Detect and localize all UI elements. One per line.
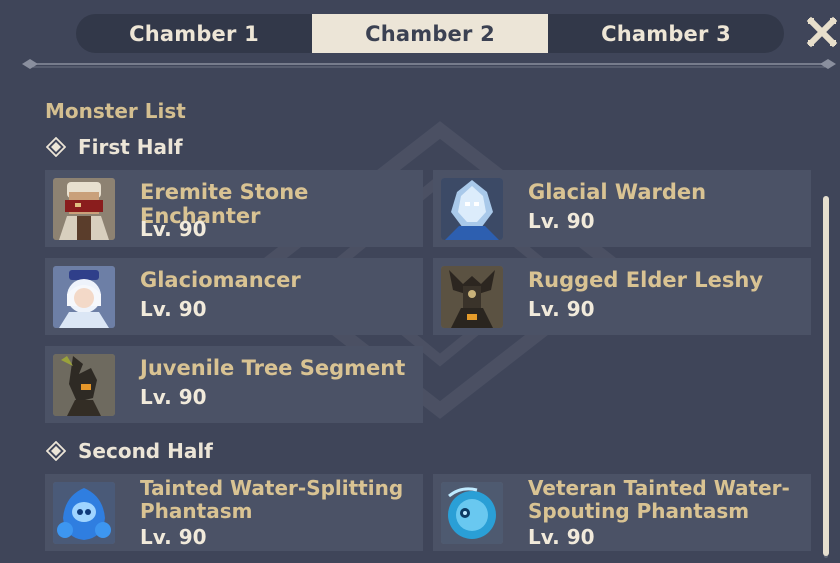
- monster-level: Lv. 90: [140, 525, 207, 549]
- juvenile-tree-segment-portrait: [53, 354, 115, 416]
- monster-level: Lv. 90: [140, 385, 207, 409]
- monster-name: Glaciomancer: [140, 268, 301, 292]
- ornament-divider: [22, 59, 836, 69]
- tab-chamber-2[interactable]: Chamber 2: [312, 14, 548, 53]
- tainted-water-splitting-phantasm-portrait: [53, 482, 115, 544]
- monster-level: Lv. 90: [528, 209, 595, 233]
- monster-list-title: Monster List: [45, 99, 186, 123]
- monster-level: Lv. 90: [528, 525, 595, 549]
- monster-level: Lv. 90: [140, 217, 207, 241]
- close-x-icon: [806, 16, 838, 48]
- tab-chamber-1[interactable]: Chamber 1: [76, 14, 312, 53]
- monster-name: Rugged Elder Leshy: [528, 268, 764, 292]
- rugged-elder-leshy-portrait: [441, 266, 503, 328]
- monster-card[interactable]: Glaciomancer Lv. 90: [45, 258, 423, 335]
- first-half-label: First Half: [78, 135, 183, 159]
- eremite-portrait: [53, 178, 115, 240]
- diamond-icon: [46, 441, 66, 461]
- monster-name: Glacial Warden: [528, 180, 707, 204]
- monster-level: Lv. 90: [140, 297, 207, 321]
- monster-card[interactable]: Tainted Water-Splitting Phantasm Lv. 90: [45, 474, 423, 551]
- chamber-tabs: Chamber 1 Chamber 2 Chamber 3: [76, 14, 784, 53]
- close-button[interactable]: [804, 14, 840, 50]
- glaciomancer-portrait: [53, 266, 115, 328]
- scrollbar-thumb[interactable]: [823, 196, 829, 556]
- monster-name: Tainted Water-Splitting Phantasm: [140, 476, 404, 523]
- monster-card[interactable]: Glacial Warden Lv. 90: [433, 170, 811, 247]
- second-half-heading: Second Half: [46, 439, 213, 463]
- second-half-label: Second Half: [78, 439, 213, 463]
- monster-card[interactable]: Veteran Tainted Water-Spouting Phantasm …: [433, 474, 811, 551]
- diamond-icon: [46, 137, 66, 157]
- first-half-heading: First Half: [46, 135, 183, 159]
- veteran-tainted-water-spouting-phantasm-portrait: [441, 482, 503, 544]
- monster-name: Veteran Tainted Water-Spouting Phantasm: [528, 476, 790, 523]
- monster-card[interactable]: Eremite Stone Enchanter Lv. 90: [45, 170, 423, 247]
- monster-card[interactable]: Juvenile Tree Segment Lv. 90: [45, 346, 423, 423]
- tab-chamber-3[interactable]: Chamber 3: [548, 14, 784, 53]
- monster-card[interactable]: Rugged Elder Leshy Lv. 90: [433, 258, 811, 335]
- monster-level: Lv. 90: [528, 297, 595, 321]
- monster-name: Juvenile Tree Segment: [140, 356, 406, 380]
- glacial-warden-portrait: [441, 178, 503, 240]
